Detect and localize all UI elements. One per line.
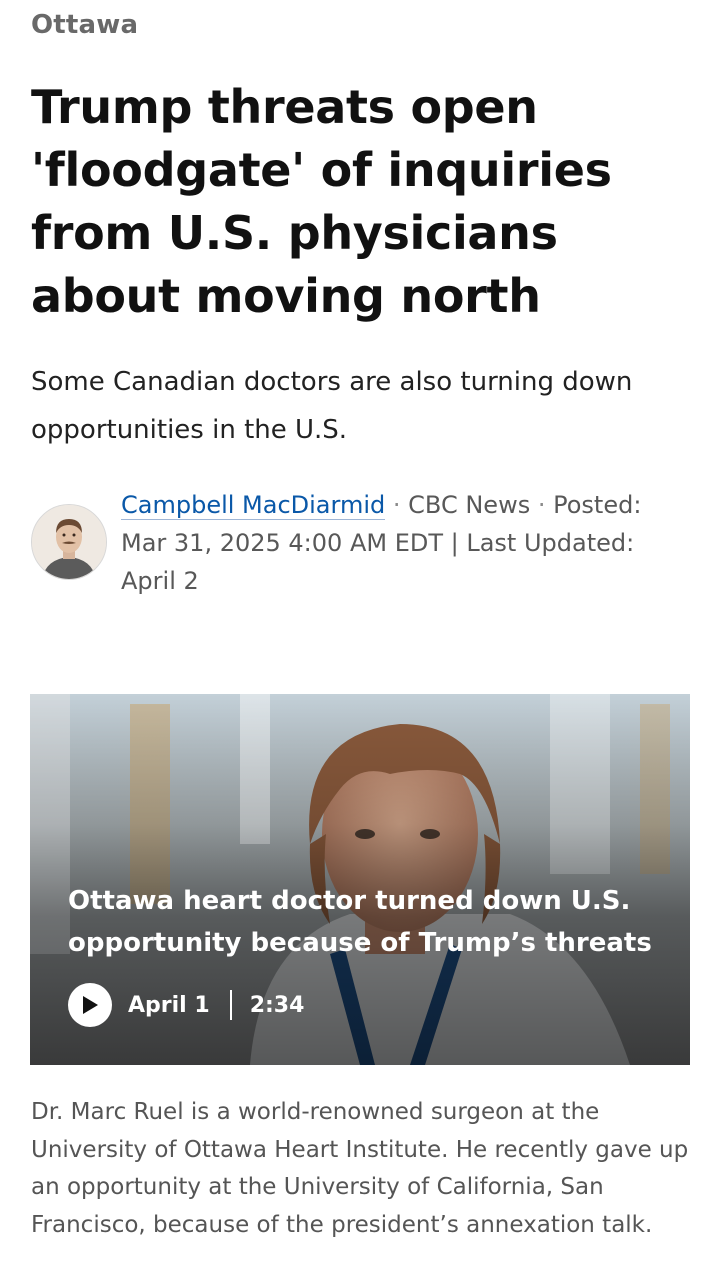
video-date: April 1 (128, 992, 210, 1018)
article-headline: Trump threats open 'floodgate' of inquir… (31, 80, 612, 323)
byline-separator: · (537, 491, 546, 519)
byline-text: Campbell MacDiarmid · CBC News · Posted:… (121, 486, 661, 600)
section-label[interactable]: Ottawa (31, 10, 138, 40)
byline: Campbell MacDiarmid · CBC News · Posted:… (31, 486, 691, 606)
author-link[interactable]: Campbell MacDiarmid (121, 491, 386, 520)
author-avatar[interactable] (31, 504, 107, 580)
meta-divider (229, 990, 232, 1020)
video-duration: 2:34 (249, 992, 305, 1018)
video-player[interactable]: Ottawa heart doctor turned down U.S. opp… (30, 694, 690, 1065)
video-meta: April 1 2:34 (68, 983, 304, 1027)
outlet-name: CBC News (408, 491, 531, 519)
video-caption: Dr. Marc Ruel is a world-renowned surgeo… (31, 1099, 689, 1238)
video-title[interactable]: Ottawa heart doctor turned down U.S. opp… (68, 880, 668, 964)
play-icon (83, 996, 98, 1014)
article-deck: Some Canadian doctors are also turning d… (31, 367, 633, 445)
byline-separator: · (392, 491, 401, 519)
play-button[interactable] (68, 983, 112, 1027)
